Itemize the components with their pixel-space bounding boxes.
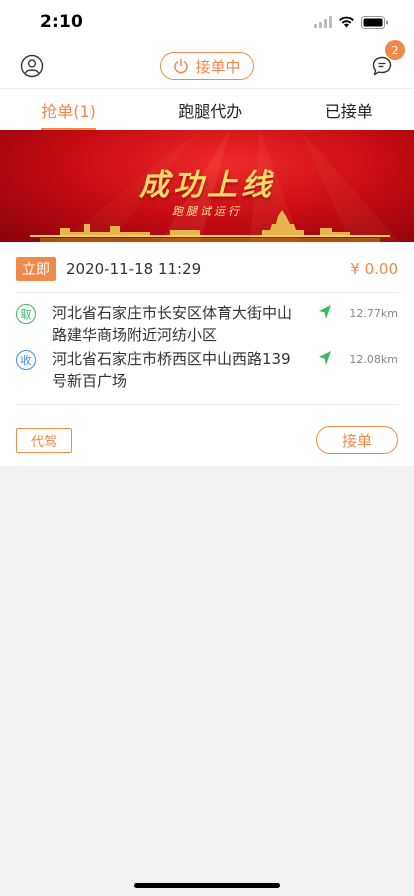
order-header-left: 立即 2020-11-18 11:29 [16,257,201,281]
profile-button[interactable] [20,54,44,78]
dropoff-address: 河北省石家庄市桥西区中山西路139号新百广场 [52,350,291,390]
online-status-toggle[interactable]: 接单中 [160,52,254,80]
order-card[interactable]: 立即 2020-11-18 11:29 ¥ 0.00 取 河北省石家庄市长安区体… [0,242,414,466]
app-screen: 2:10 接单中 2 抢单(1) 跑腿代办 已接单 成功上线 跑腿试运行 立即 … [0,0,414,896]
order-time: 2020-11-18 11:29 [66,260,202,278]
pickup-address-row[interactable]: 取 河北省石家庄市长安区体育大街中山路建华商场附近河纺小区 12.77km [16,302,398,346]
navigation-arrow-icon[interactable] [318,350,332,366]
tab-errands[interactable]: 跑腿代办 [178,89,242,131]
top-bar: 接单中 2 [0,40,414,88]
dropoff-address-row[interactable]: 收 河北省石家庄市桥西区中山西路139号新百广场 12.08km [16,348,398,392]
tab-grab-orders[interactable]: 抢单(1) [41,89,96,131]
banner-title: 成功上线 [139,168,275,203]
order-header: 立即 2020-11-18 11:29 ¥ 0.00 [16,257,398,281]
banner-subtitle: 跑腿试运行 [172,205,242,218]
signal-icon [314,16,332,28]
pickup-address: 河北省石家庄市长安区体育大街中山路建华商场附近河纺小区 [52,304,293,344]
accept-order-button[interactable]: 接单 [316,426,398,454]
promo-banner[interactable]: 成功上线 跑腿试运行 [0,130,414,242]
status-time: 2:10 [40,12,84,32]
pickup-badge: 取 [16,304,36,324]
order-price: ¥ 0.00 [350,260,398,278]
divider [16,404,398,405]
divider [16,292,398,293]
online-status-label: 接单中 [195,57,241,76]
message-count-badge: 2 [384,40,405,60]
order-footer: 代驾 接单 [16,426,398,454]
dropoff-distance: 12.08km [349,353,398,366]
user-icon [20,54,44,78]
power-icon [174,58,189,74]
tab-accepted[interactable]: 已接单 [325,89,373,131]
navigation-arrow-icon[interactable] [318,304,332,320]
battery-icon [361,15,388,29]
status-bar: 2:10 [0,0,414,44]
status-icons [314,15,388,29]
pickup-distance: 12.77km [349,307,398,320]
dropoff-badge: 收 [16,350,36,370]
order-tabs: 抢单(1) 跑腿代办 已接单 [0,88,414,131]
messages-button[interactable]: 2 [370,40,405,78]
home-indicator[interactable] [134,883,280,888]
wifi-icon [339,16,354,28]
service-type-tag: 代驾 [16,427,73,453]
immediate-tag: 立即 [16,257,56,281]
